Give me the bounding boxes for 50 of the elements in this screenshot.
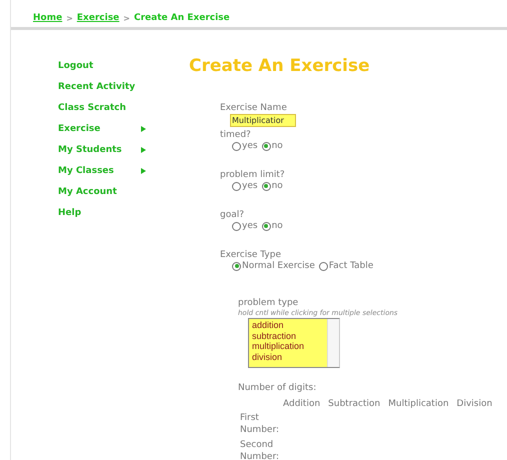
radio-label: yes	[242, 141, 258, 151]
sidebar-item[interactable]: Recent Activity	[58, 80, 146, 94]
radio-label: Fact Table	[328, 261, 374, 271]
field-label: problem type	[238, 297, 300, 309]
list-option[interactable]: division	[252, 352, 324, 362]
sidebar-item[interactable]: My Classes	[58, 164, 146, 178]
sidebar-item[interactable]: Class Scratch	[58, 101, 146, 115]
radio-button[interactable]	[232, 262, 241, 270]
column-header: Multiplication	[388, 399, 449, 409]
radio-label: yes	[242, 221, 258, 231]
radio-button[interactable]	[232, 142, 241, 150]
page-title: Create An Exercise	[189, 56, 371, 76]
radio-label: yes	[242, 181, 258, 191]
field-label: timed?	[220, 129, 252, 141]
radio-button[interactable]	[262, 222, 271, 230]
radio-label: Normal Exercise	[242, 261, 315, 271]
breadcrumb-separator: >	[123, 14, 130, 22]
list-option[interactable]: multiplication	[252, 341, 324, 352]
sidebar-item[interactable]: My Students	[58, 143, 146, 157]
sidebar-item[interactable]: Logout	[58, 59, 146, 73]
row-label: First Number:	[239, 412, 280, 436]
exercise-name-input[interactable]: Multiplicatior	[230, 114, 296, 127]
row-label: Second Number:	[239, 439, 280, 460]
radio-label: no	[272, 141, 283, 151]
scrollbar[interactable]	[327, 319, 339, 367]
column-header: Division	[456, 399, 492, 409]
radio-button[interactable]	[318, 262, 328, 270]
breadcrumb-link[interactable]: Home	[33, 13, 62, 23]
sidebar-item[interactable]: Exercise	[58, 122, 146, 136]
breadcrumb-separator: >	[66, 14, 73, 22]
radio-label: no	[272, 221, 283, 231]
radio-label: no	[272, 181, 283, 191]
problem-type-listbox[interactable]: addition subtraction multiplication division	[248, 318, 340, 368]
field-label: goal?	[220, 209, 246, 221]
column-header: Subtraction	[328, 399, 380, 409]
sidebar-item[interactable]: Help	[58, 206, 146, 220]
radio-button[interactable]	[232, 182, 241, 190]
field-label: problem limit?	[220, 169, 286, 181]
radio-button[interactable]	[262, 182, 271, 190]
breadcrumb-link[interactable]: Exercise	[76, 13, 120, 23]
sidebar-item[interactable]: My Account	[58, 185, 146, 199]
list-option[interactable]: addition	[252, 320, 324, 330]
list-option[interactable]: subtraction	[252, 330, 324, 341]
field-label: Number of digits:	[238, 382, 318, 394]
column-header: Addition	[283, 399, 320, 409]
field-label: Exercise Name	[220, 102, 288, 114]
radio-button[interactable]	[232, 222, 241, 230]
field-label: Exercise Type	[220, 249, 282, 261]
current-page-label: Create An Exercise	[134, 13, 230, 23]
radio-button[interactable]	[262, 142, 271, 150]
